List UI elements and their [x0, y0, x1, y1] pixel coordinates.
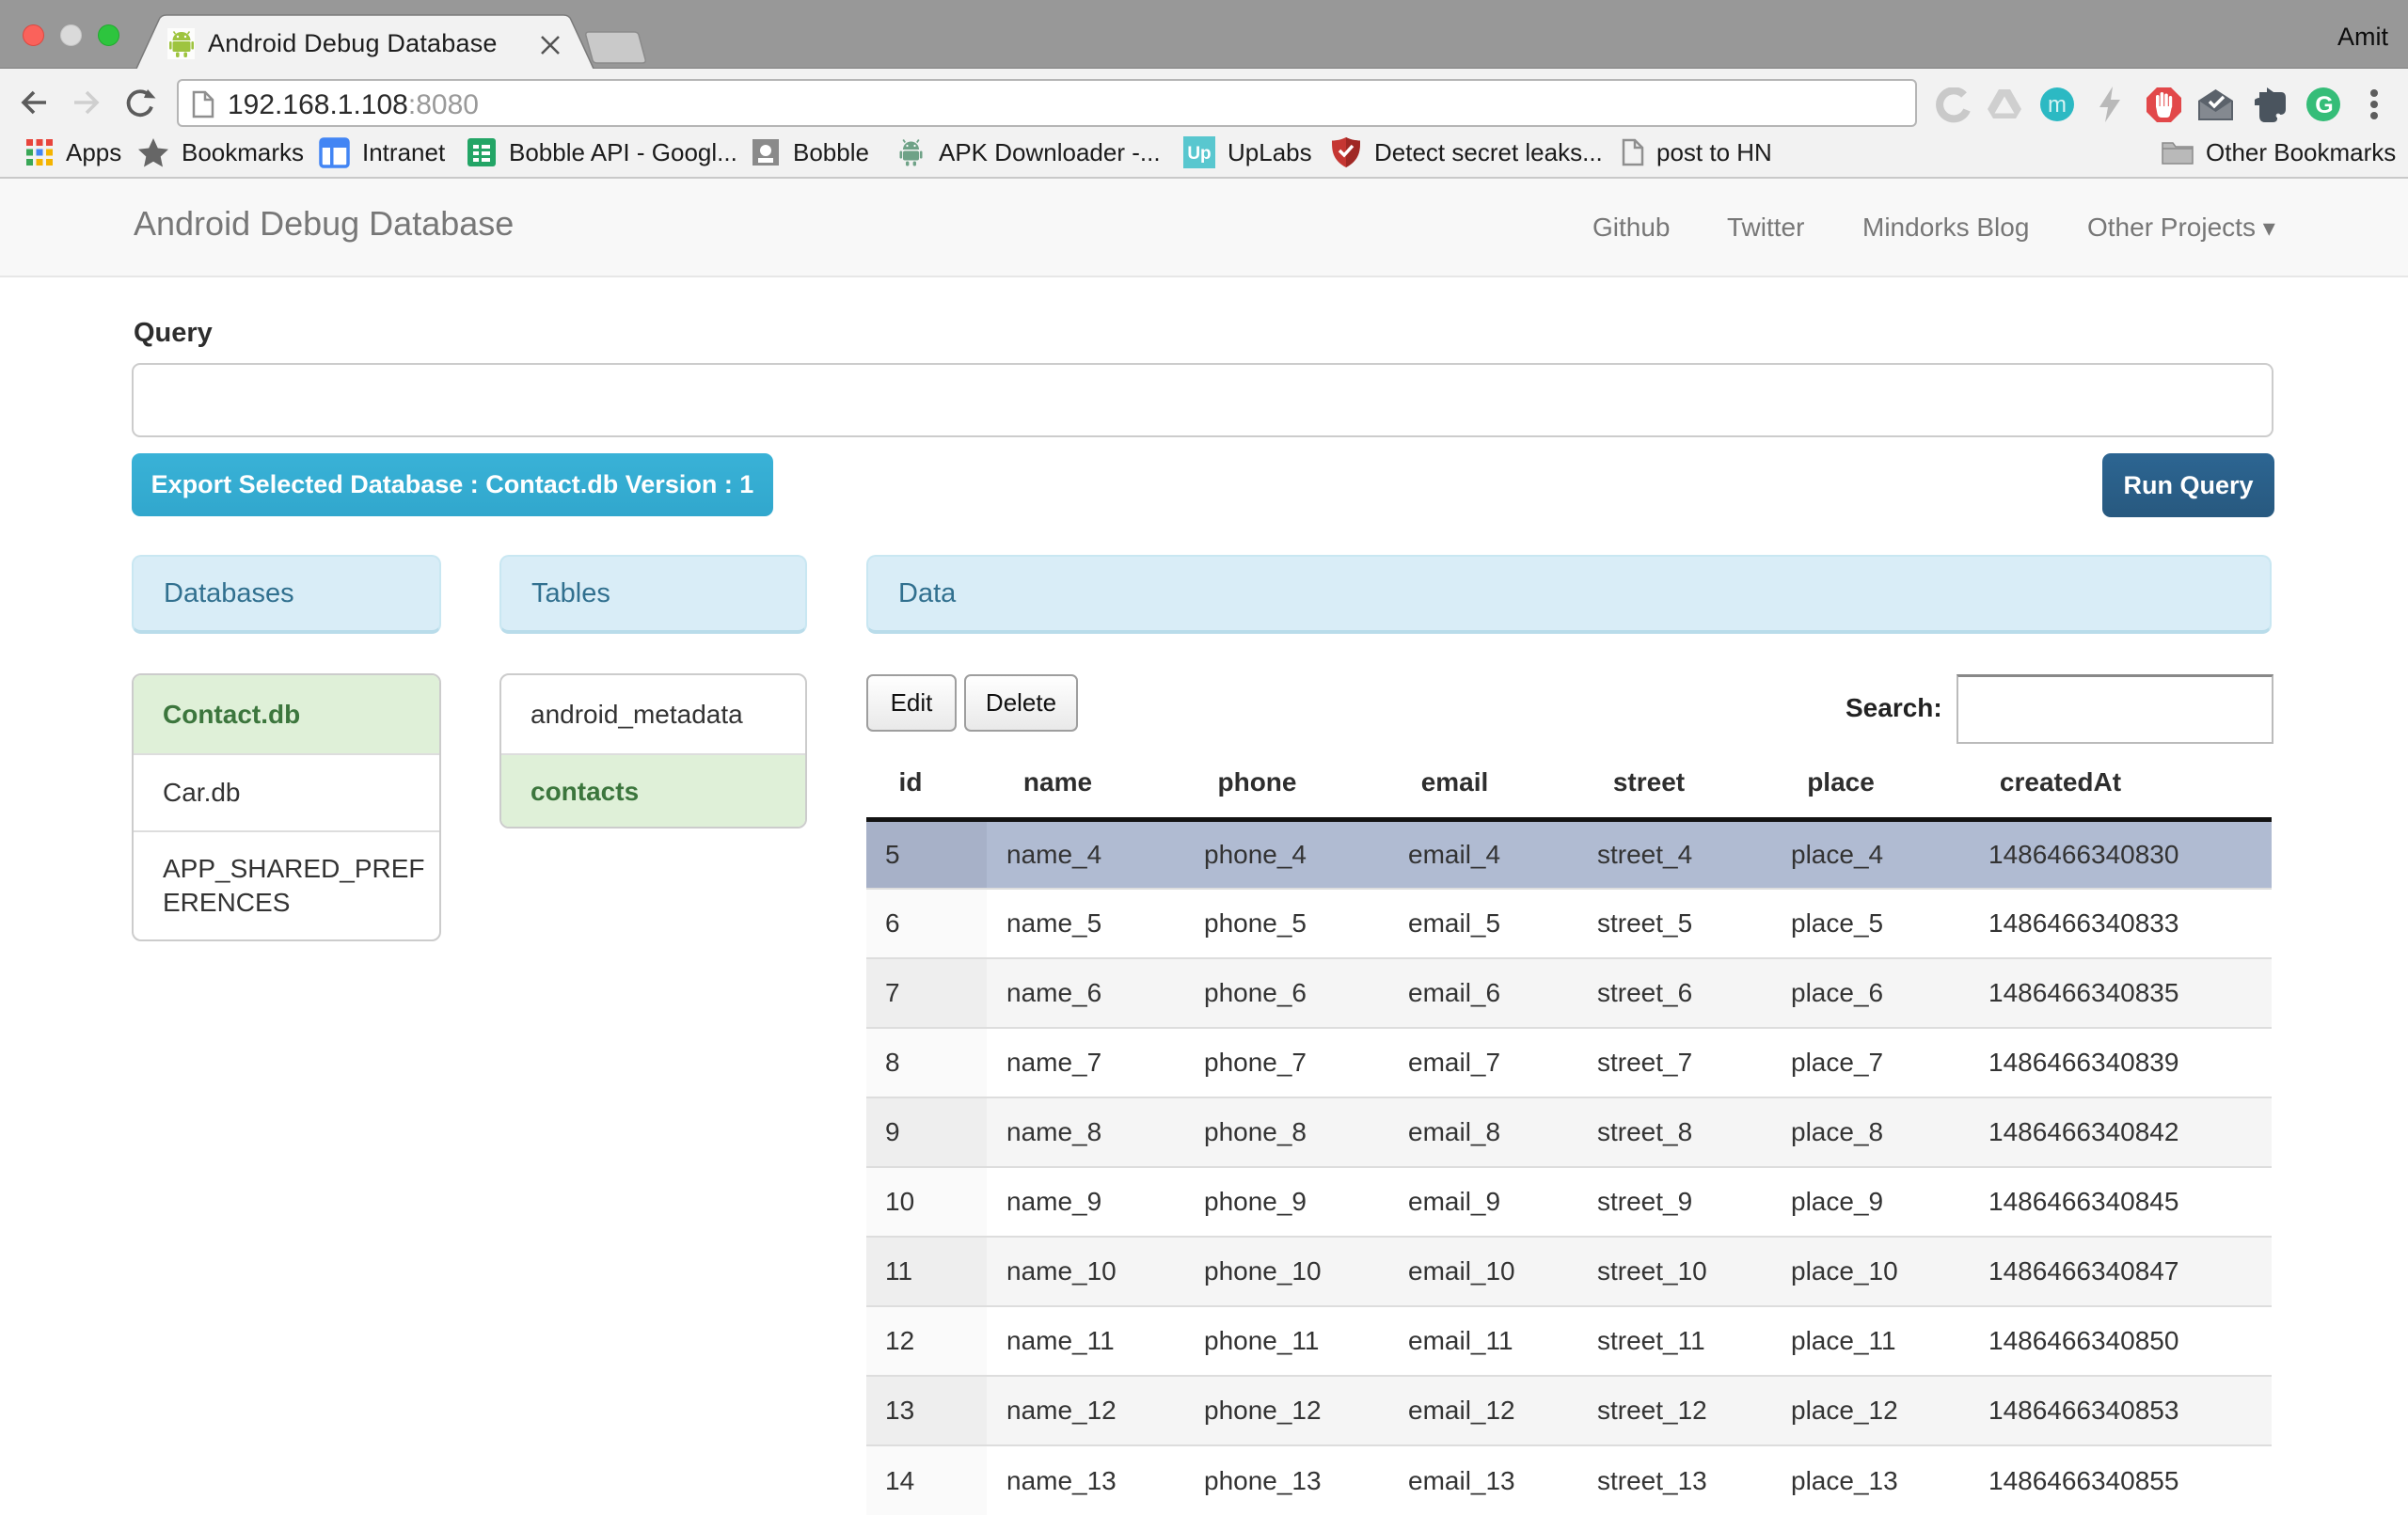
svg-text:m: m: [2048, 92, 2067, 118]
svg-text:G: G: [2315, 92, 2333, 118]
svg-text:Up: Up: [1187, 144, 1211, 164]
